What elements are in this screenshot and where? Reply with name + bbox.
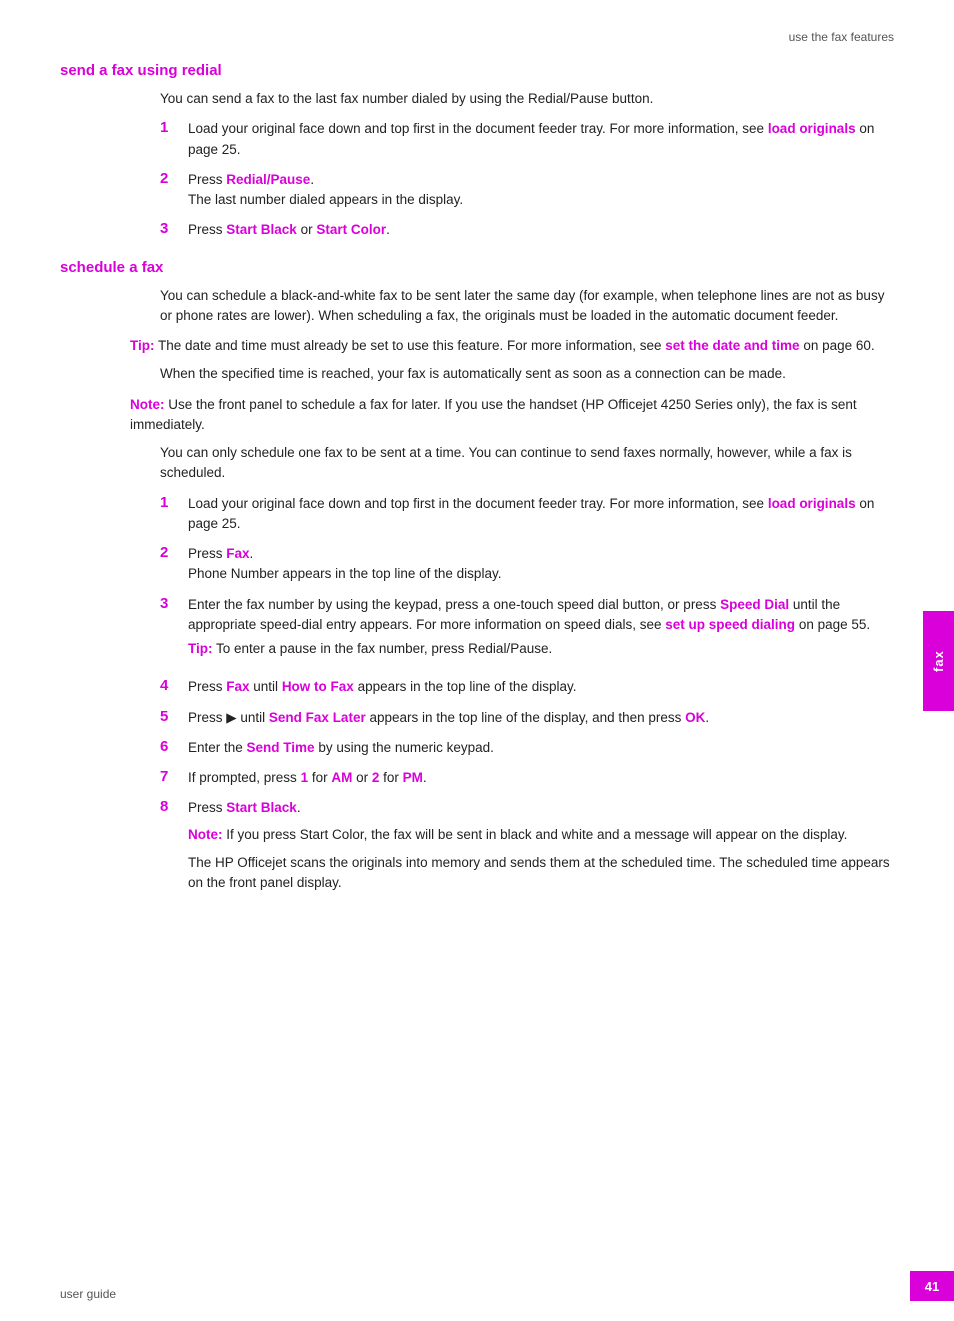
step2-content: Press Redial/Pause. The last number dial… [188,170,894,211]
s2-step2-link1: Fax [226,546,249,561]
section1-title: send a fax using redial [60,62,894,79]
s2-step7-link2: AM [331,770,352,785]
section2-para1-text: When the specified time is reached, your… [160,366,786,381]
s2-step5-content: Press ▶ until Send Fax Later appears in … [188,708,894,728]
section2-step1: 1 Load your original face down and top f… [60,494,894,535]
section2-step8: 8 Press Start Black. Note: If you press … [60,798,894,893]
section2-step5: 5 Press ▶ until Send Fax Later appears i… [60,708,894,728]
footer: user guide 41 [0,1271,954,1301]
side-tab-label: fax [931,650,946,672]
step2-link1: Redial/Pause [226,172,310,187]
s2-step5-num: 5 [160,708,188,725]
header-bar: use the fax features [0,30,954,44]
page-number: 41 [925,1279,939,1294]
section1-step1: 1 Load your original face down and top f… [60,119,894,160]
step3-link1: Start Black [226,222,297,237]
note-label-1: Note: [130,397,165,412]
step3-content: Press Start Black or Start Color. [188,220,894,240]
step1-link1: load originals [768,121,856,136]
note-text-2: If you press Start Color, the fax will b… [226,827,847,842]
s2-step6-content: Enter the Send Time by using the numeric… [188,738,894,758]
step1-num: 1 [160,119,188,136]
section2-step3: 3 Enter the fax number by using the keyp… [60,595,894,668]
section2-steps: 1 Load your original face down and top f… [60,494,894,894]
s2-step3-num: 3 [160,595,188,612]
section2-para2: You can only schedule one fax to be sent… [60,443,894,484]
s2-step4-link2: How to Fax [282,679,354,694]
section1-intro: You can send a fax to the last fax numbe… [60,89,894,109]
section2-step2: 2 Press Fax. Phone Number appears in the… [60,544,894,585]
s2-step3-content: Enter the fax number by using the keypad… [188,595,894,668]
note-label-2: Note: [188,827,223,842]
tip-box-1: Tip: The date and time must already be s… [120,336,894,356]
s2-step7-link4: PM [403,770,423,785]
section1-steps: 1 Load your original face down and top f… [60,119,894,240]
tip-link-1: set the date and time [665,338,799,353]
s2-step5-link1: Send Fax Later [269,710,366,725]
section-schedule-fax: schedule a fax You can schedule a black-… [60,259,894,894]
section2-step7: 7 If prompted, press 1 for AM or 2 for P… [60,768,894,788]
tip-box-2: Tip: To enter a pause in the fax number,… [188,639,894,659]
tip-label-1: Tip: [130,338,155,353]
step3-link2: Start Color [316,222,386,237]
note-text-1: Use the front panel to schedule a fax fo… [130,397,857,432]
s2-step7-link3: 2 [372,770,380,785]
page: use the fax features send a fax using re… [0,0,954,1321]
s2-step4-link1: Fax [226,679,249,694]
s2-step7-content: If prompted, press 1 for AM or 2 for PM. [188,768,894,788]
s2-step8-num: 8 [160,798,188,815]
tip-label-2: Tip: [188,641,213,656]
section2-step6: 6 Enter the Send Time by using the numer… [60,738,894,758]
s2-step6-link1: Send Time [247,740,315,755]
s2-step2-content: Press Fax. Phone Number appears in the t… [188,544,894,585]
s2-step7-link1: 1 [301,770,309,785]
section1-step2: 2 Press Redial/Pause. The last number di… [60,170,894,211]
tip-text-after-1: on page 60. [800,338,875,353]
s2-step1-link1: load originals [768,496,856,511]
s2-step5-link2: OK [685,710,705,725]
section2-title: schedule a fax [60,259,894,276]
tip-text-1: The date and time must already be set to… [158,338,665,353]
s2-step3-link1: Speed Dial [720,597,789,612]
note-box-2: Note: If you press Start Color, the fax … [188,825,894,845]
section1-step3: 3 Press Start Black or Start Color. [60,220,894,240]
section1-intro-text: You can send a fax to the last fax numbe… [160,89,894,109]
s2-step8-content: Press Start Black. Note: If you press St… [188,798,894,893]
s2-step8-link1: Start Black [226,800,297,815]
s2-step4-content: Press Fax until How to Fax appears in th… [188,677,894,697]
s2-step7-num: 7 [160,768,188,785]
content: send a fax using redial You can send a f… [0,62,954,893]
section2-intro: You can schedule a black-and-white fax t… [60,286,894,327]
side-tab: fax [923,611,954,711]
s2-step1-num: 1 [160,494,188,511]
step1-content: Load your original face down and top fir… [188,119,894,160]
section2-step4: 4 Press Fax until How to Fax appears in … [60,677,894,697]
section2-para2-text: You can only schedule one fax to be sent… [160,445,852,480]
tip-text-2: To enter a pause in the fax number, pres… [216,641,552,656]
footer-right: 41 [910,1271,954,1301]
footer-left: user guide [60,1287,116,1301]
section-send-redial: send a fax using redial You can send a f… [60,62,894,241]
s2-step2-num: 2 [160,544,188,561]
s2-step1-content: Load your original face down and top fir… [188,494,894,535]
header-text: use the fax features [789,30,894,44]
step2-num: 2 [160,170,188,187]
s2-step3-link2: set up speed dialing [665,617,795,632]
section2-intro-text: You can schedule a black-and-white fax t… [160,286,894,327]
section2-para1: When the specified time is reached, your… [60,364,894,384]
step3-num: 3 [160,220,188,237]
s2-step6-num: 6 [160,738,188,755]
s2-step4-num: 4 [160,677,188,694]
note-box-1: Note: Use the front panel to schedule a … [120,395,894,436]
step8-sub: The HP Officejet scans the originals int… [188,853,894,894]
